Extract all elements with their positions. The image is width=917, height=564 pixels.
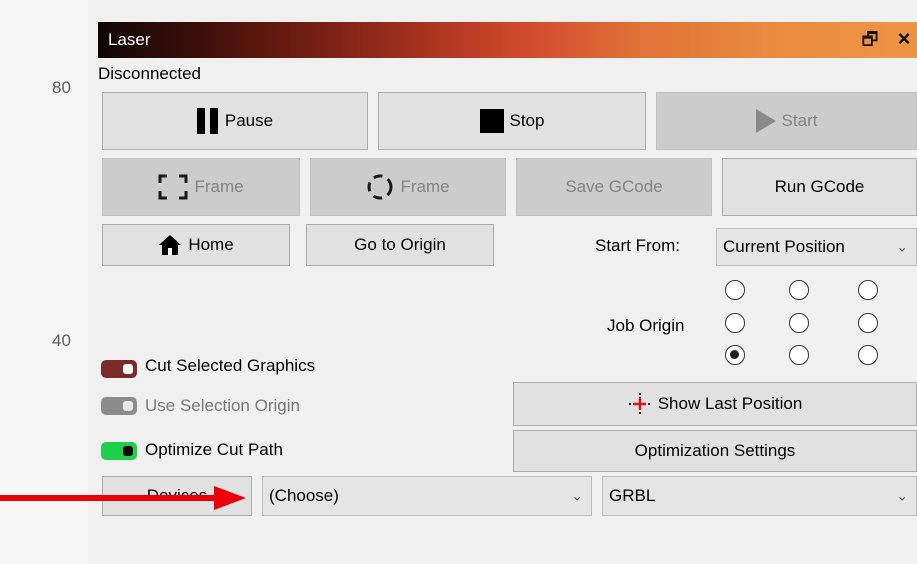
controller-select[interactable]: GRBL ⌄ bbox=[602, 476, 917, 516]
go-to-origin-label: Go to Origin bbox=[354, 235, 446, 254]
frame-rect-label: Frame bbox=[194, 177, 244, 196]
close-window-icon[interactable]: × bbox=[892, 26, 916, 52]
cut-selected-label: Cut Selected Graphics bbox=[145, 356, 316, 375]
optimization-settings-button[interactable]: Optimization Settings bbox=[513, 430, 917, 472]
connection-status: Disconnected bbox=[98, 64, 202, 83]
home-button[interactable]: Home bbox=[102, 224, 290, 266]
use-selection-origin-label: Use Selection Origin bbox=[145, 396, 300, 415]
job-origin-label: Job Origin bbox=[607, 316, 685, 335]
window-title: Laser bbox=[108, 30, 151, 49]
annotation-arrow-icon bbox=[0, 486, 246, 510]
start-from-value: Current Position bbox=[723, 237, 845, 256]
job-origin-radio-middle-right[interactable] bbox=[858, 313, 878, 333]
pause-label: Pause bbox=[224, 111, 274, 130]
job-origin-radio-top-right[interactable] bbox=[858, 280, 878, 300]
laser-window-titlebar[interactable]: Laser 🗗 × bbox=[98, 22, 917, 58]
stop-icon bbox=[479, 109, 504, 133]
job-origin-radio-bottom-right[interactable] bbox=[858, 345, 878, 365]
optimize-cut-path-label: Optimize Cut Path bbox=[145, 440, 283, 459]
laser-panel: Laser 🗗 × Disconnected Pause Stop Start … bbox=[88, 0, 917, 564]
job-origin-radio-bottom-left[interactable] bbox=[725, 345, 745, 365]
save-gcode-button[interactable]: Save GCode bbox=[516, 158, 712, 216]
job-origin-radio-middle-left[interactable] bbox=[725, 313, 745, 333]
ruler-label-80: 80 bbox=[52, 78, 71, 97]
device-select[interactable]: (Choose) ⌄ bbox=[262, 476, 592, 516]
chevron-down-icon: ⌄ bbox=[896, 238, 908, 255]
run-gcode-label: Run GCode bbox=[774, 177, 865, 196]
crosshair-icon bbox=[628, 393, 651, 415]
ruler-label-40: 40 bbox=[52, 331, 71, 350]
home-icon bbox=[159, 235, 182, 255]
frame-rectangle-icon bbox=[158, 174, 188, 200]
stop-button[interactable]: Stop bbox=[378, 92, 646, 150]
frame-rect-button[interactable]: Frame bbox=[102, 158, 300, 216]
toggle-knob bbox=[123, 364, 133, 374]
start-from-select[interactable]: Current Position ⌄ bbox=[716, 228, 917, 266]
device-select-value: (Choose) bbox=[269, 486, 339, 505]
job-origin-radio-bottom-center[interactable] bbox=[789, 345, 809, 365]
play-icon bbox=[755, 109, 776, 133]
start-from-label: Start From: bbox=[595, 236, 681, 255]
start-label: Start bbox=[781, 111, 818, 130]
optimize-cut-path-toggle[interactable] bbox=[101, 442, 137, 460]
pause-button[interactable]: Pause bbox=[102, 92, 368, 150]
cut-selected-toggle[interactable] bbox=[101, 360, 137, 378]
optimization-settings-label: Optimization Settings bbox=[634, 441, 796, 460]
job-origin-radio-top-center[interactable] bbox=[789, 280, 809, 300]
show-last-position-button[interactable]: Show Last Position bbox=[513, 382, 917, 426]
show-last-position-label: Show Last Position bbox=[657, 394, 803, 413]
run-gcode-button[interactable]: Run GCode bbox=[722, 158, 917, 216]
toggle-knob bbox=[123, 446, 133, 456]
start-button[interactable]: Start bbox=[656, 92, 917, 150]
frame-circle-button[interactable]: Frame bbox=[310, 158, 506, 216]
chevron-down-icon: ⌄ bbox=[896, 487, 908, 504]
go-to-origin-button[interactable]: Go to Origin bbox=[306, 224, 494, 266]
restore-window-icon[interactable]: 🗗 bbox=[860, 27, 880, 57]
controller-select-value: GRBL bbox=[609, 486, 656, 505]
pause-icon bbox=[196, 108, 219, 134]
job-origin-radio-middle-center[interactable] bbox=[789, 313, 809, 333]
home-label: Home bbox=[188, 235, 234, 254]
stop-label: Stop bbox=[509, 111, 545, 130]
chevron-down-icon: ⌄ bbox=[571, 487, 583, 504]
save-gcode-label: Save GCode bbox=[565, 177, 663, 196]
frame-circle-label: Frame bbox=[400, 177, 450, 196]
toggle-knob bbox=[123, 401, 133, 411]
use-selection-origin-toggle[interactable] bbox=[101, 397, 137, 415]
job-origin-radio-top-left[interactable] bbox=[725, 280, 745, 300]
frame-circle-icon bbox=[367, 174, 393, 200]
vertical-ruler: 80 40 bbox=[0, 0, 88, 564]
